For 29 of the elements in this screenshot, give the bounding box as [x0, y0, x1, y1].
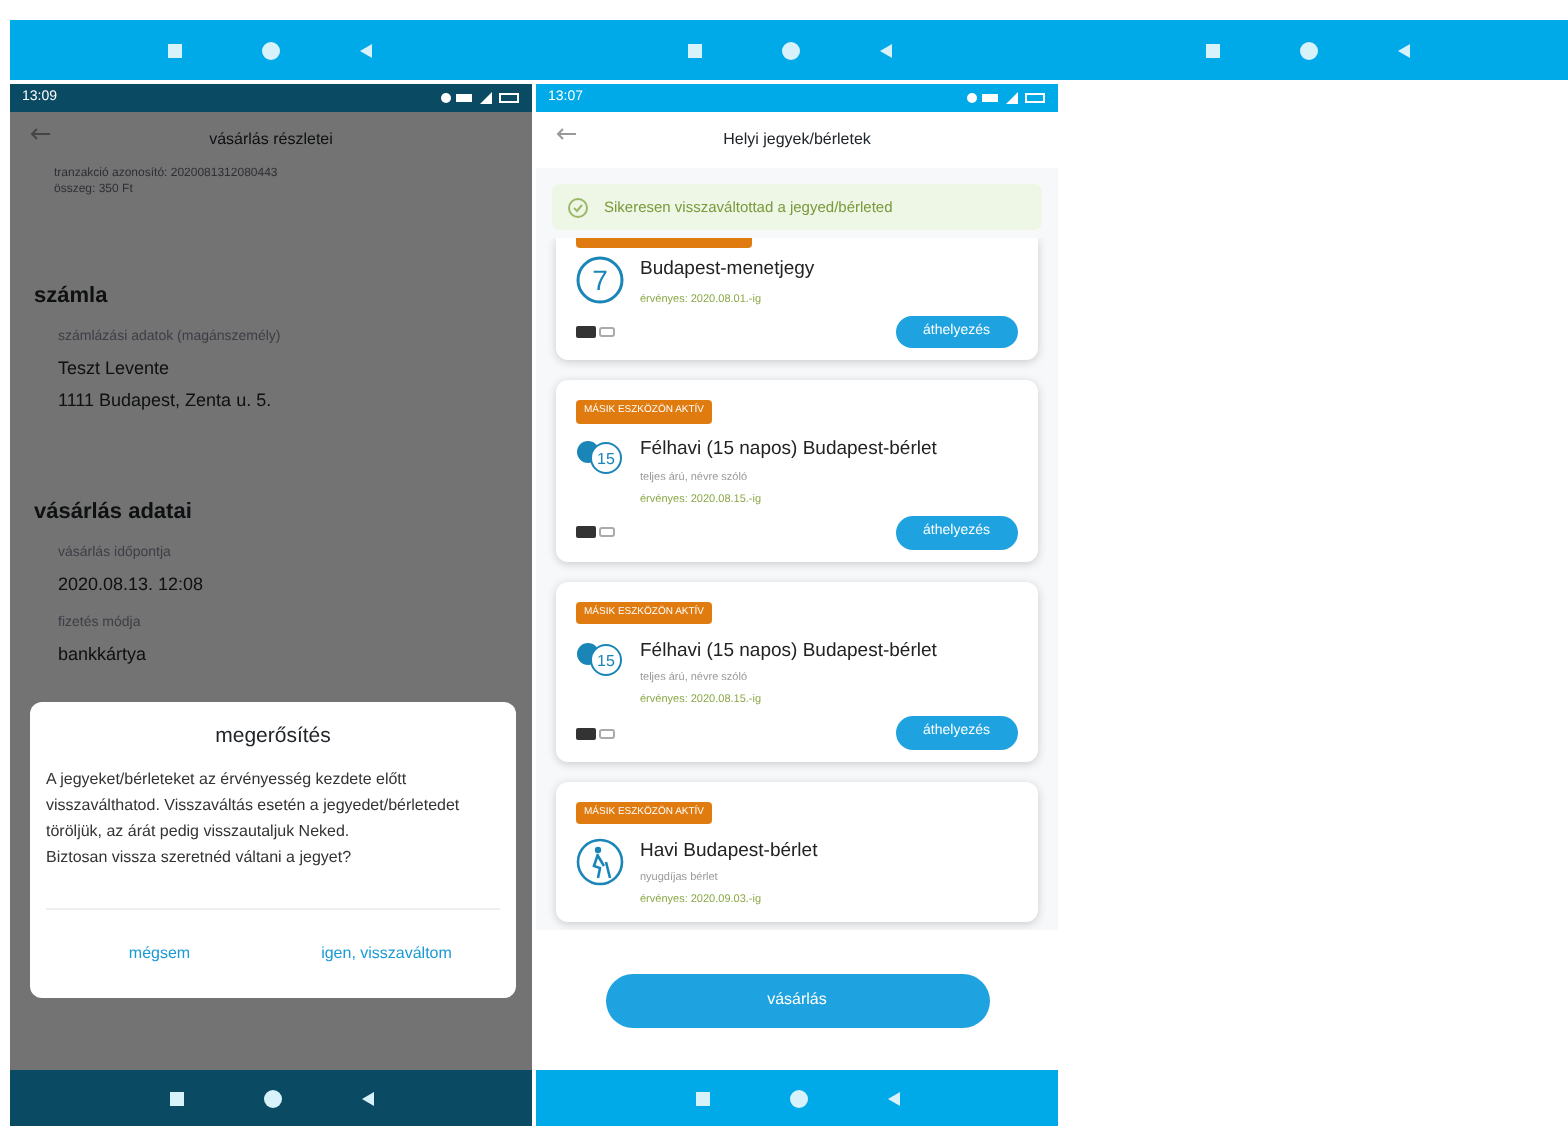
screen-title: Helyi jegyek/bérletek	[723, 130, 871, 148]
ticket-name: Budapest-menetjegy	[640, 256, 815, 285]
section-heading: vásárlás adatai	[34, 497, 194, 528]
ticket-number-icon: 7	[576, 256, 624, 305]
field-value: bankkártya	[58, 641, 149, 668]
dialog-title: megerősítés	[213, 722, 333, 752]
ticket-name: Félhavi (15 napos) Budapest-bérlet	[640, 637, 937, 665]
screen-title: vásárlás részletei	[209, 130, 333, 148]
field-value: Teszt Levente	[58, 355, 172, 382]
back-arrow-icon[interactable]	[30, 128, 50, 140]
status-icons	[966, 92, 1046, 104]
purchase-button[interactable]: vásárlás	[605, 973, 989, 1028]
dialog-message: Biztosan vissza szeretnéd váltani a jegyet?	[46, 846, 354, 871]
home-icon[interactable]	[263, 1089, 281, 1107]
back-icon[interactable]	[361, 1091, 373, 1105]
field-value: 2020.08.13. 12:08	[58, 571, 206, 598]
recent-apps-icon[interactable]	[169, 1091, 183, 1105]
ticket-name: Havi Budapest-bérlet	[640, 837, 818, 866]
phone-transfer-icon	[576, 526, 616, 539]
status-icons	[440, 92, 520, 104]
phone-transfer-icon	[576, 727, 616, 739]
back-arrow-icon[interactable]	[556, 128, 576, 140]
field-value: 1111 Budapest, Zenta u. 5.	[58, 388, 274, 415]
walking-person-icon	[576, 837, 624, 886]
ticket-name: Félhavi (15 napos) Budapest-bérlet	[640, 436, 937, 465]
check-circle-icon	[568, 197, 588, 218]
dialog-message: A jegyeket/bérleteket az érvényesség kezdete előtt visszaválthatod. Visszaváltás esetén a jegyedet/bérletedet töröljük, az árát pedig visszautaljuk Neked.	[46, 767, 462, 845]
phone-transfer-icon	[576, 326, 616, 338]
section-heading: számla	[34, 281, 110, 312]
